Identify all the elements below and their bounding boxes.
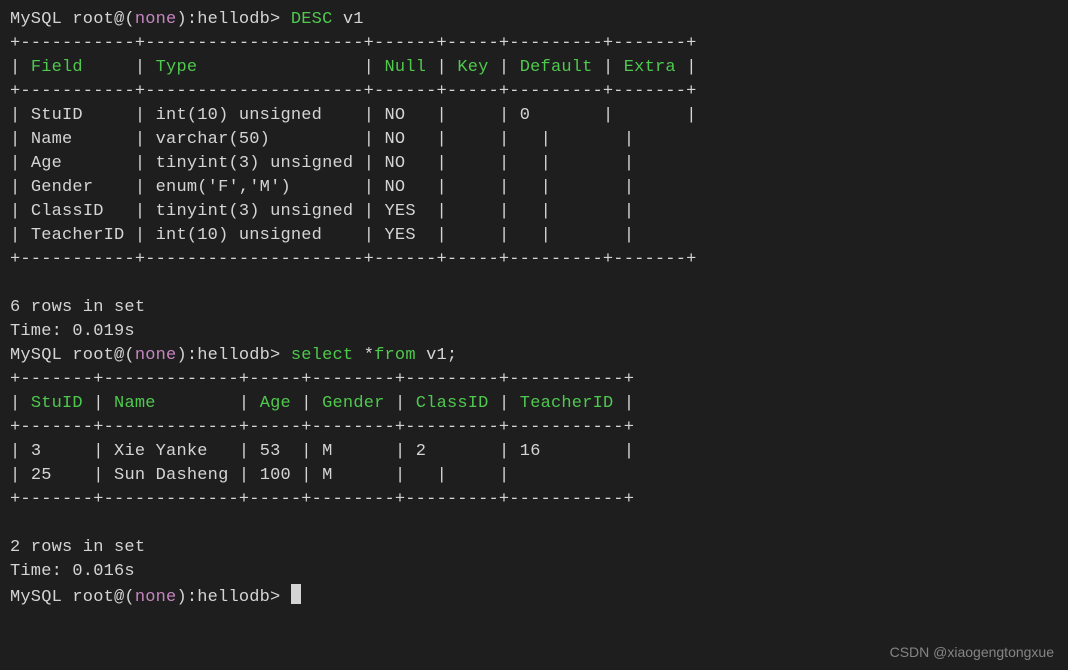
prompt-line: MySQL root@(none):hellodb>	[10, 588, 301, 607]
watermark: CSDN @xiaogengtongxue	[890, 644, 1054, 660]
table-row: | TeacherID | int(10) unsigned | YES | |…	[10, 226, 634, 245]
result-rows: 2 rows in set	[10, 538, 145, 557]
table-border: +-------+-------------+-----+--------+--…	[10, 370, 634, 389]
cursor-block	[291, 584, 301, 604]
table-row: | 25 | Sun Dasheng | 100 | M | | |	[10, 466, 509, 485]
select-command: select	[291, 346, 353, 365]
table-row: | StuID | int(10) unsigned | NO | | 0 | …	[10, 106, 697, 125]
result-rows: 6 rows in set	[10, 298, 145, 317]
table2-header-row: | StuID | Name | Age | Gender | ClassID …	[10, 394, 634, 413]
table-row: | 3 | Xie Yanke | 53 | M | 2 | 16 |	[10, 442, 634, 461]
table-row: | ClassID | tinyint(3) unsigned | YES | …	[10, 202, 634, 221]
table1-header-row: | Field | Type | Null | Key | Default | …	[10, 58, 697, 77]
result-time: Time: 0.019s	[10, 322, 135, 341]
desc-command: DESC	[291, 10, 333, 29]
table-border: +-----------+---------------------+-----…	[10, 250, 697, 269]
table-border: +-------+-------------+-----+--------+--…	[10, 418, 634, 437]
terminal[interactable]: MySQL root@(none):hellodb> DESC v1 +----…	[0, 0, 1068, 618]
table-row: | Gender | enum('F','M') | NO | | | |	[10, 178, 634, 197]
table-row: | Age | tinyint(3) unsigned | NO | | | |	[10, 154, 634, 173]
result-time: Time: 0.016s	[10, 562, 135, 581]
table-border: +-----------+---------------------+-----…	[10, 34, 697, 53]
prompt-line: MySQL root@(none):hellodb> DESC v1	[10, 10, 364, 29]
table2-body: | 3 | Xie Yanke | 53 | M | 2 | 16 | | 25…	[10, 440, 1058, 488]
table-row: | Name | varchar(50) | NO | | | |	[10, 130, 634, 149]
table-border: +-----------+---------------------+-----…	[10, 82, 697, 101]
table-border: +-------+-------------+-----+--------+--…	[10, 490, 634, 509]
table1-body: | StuID | int(10) unsigned | NO | | 0 | …	[10, 104, 1058, 248]
prompt-line: MySQL root@(none):hellodb> select *from …	[10, 346, 457, 365]
